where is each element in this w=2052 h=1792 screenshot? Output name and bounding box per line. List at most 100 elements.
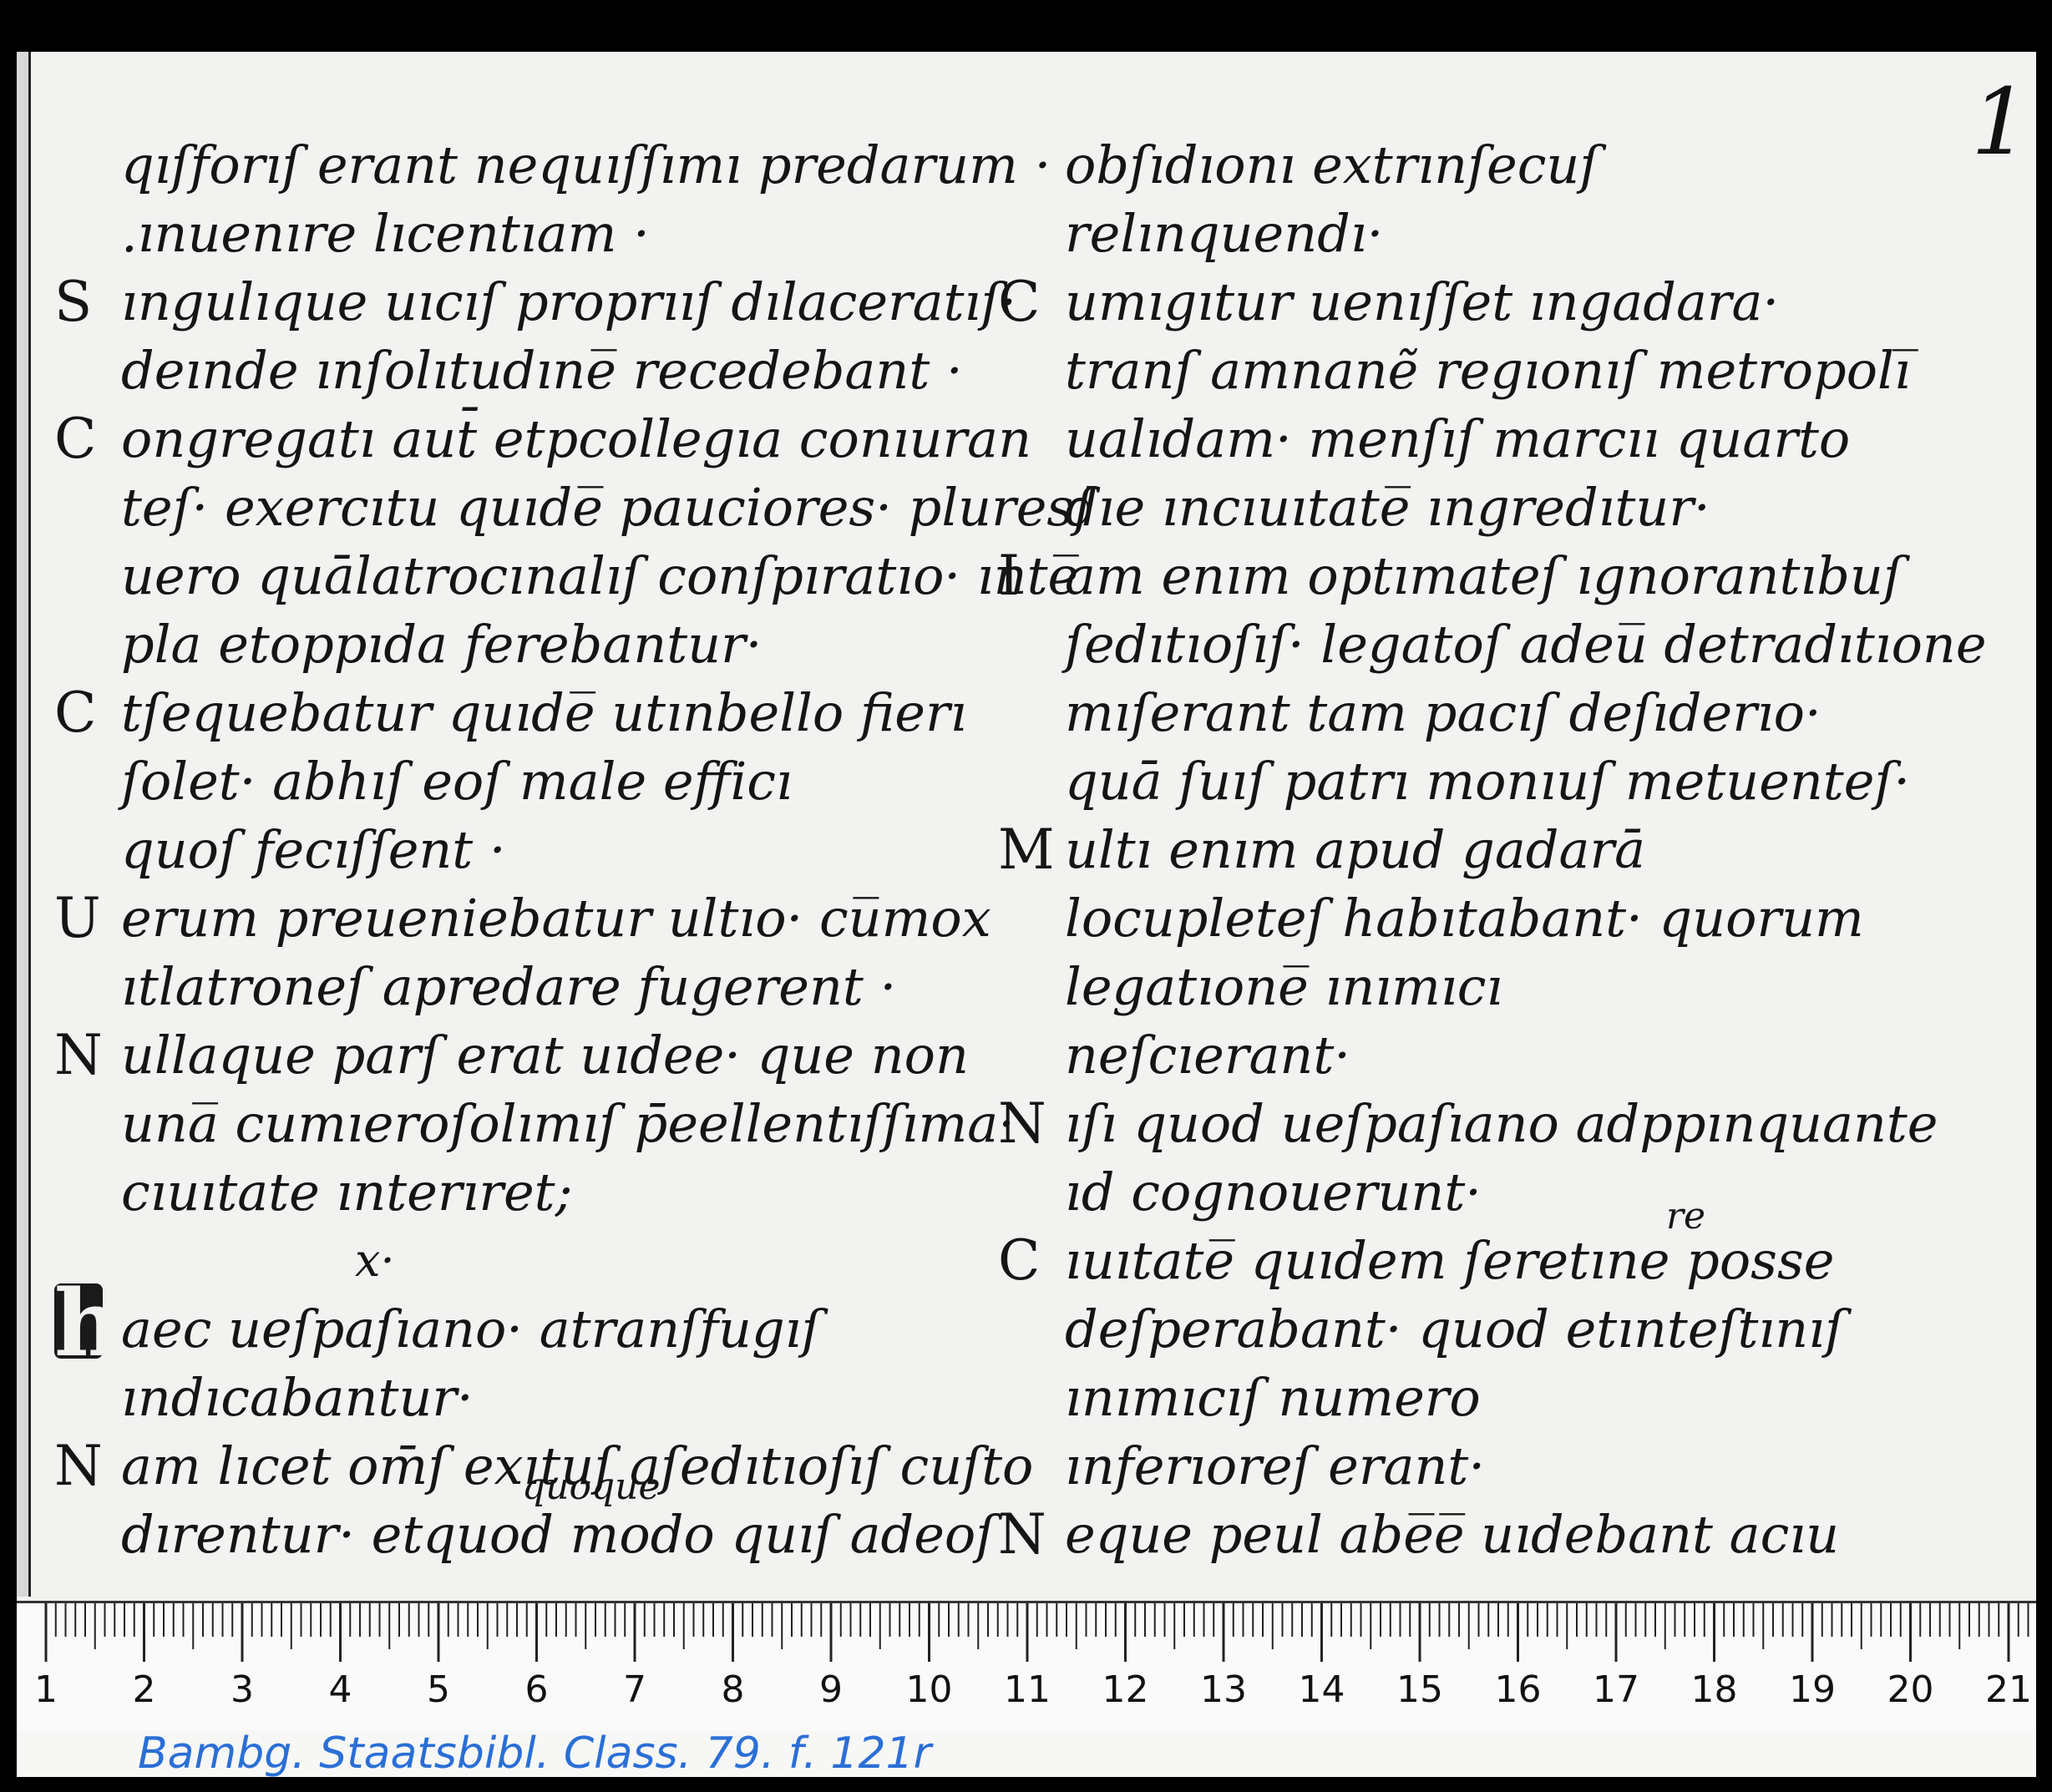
manuscript-line: dıe ıncıuıtate̅ ıngredıtur· [998,473,1950,542]
manuscript-line: Ctſequebatur quıde̅ utınbello fierı [54,679,998,747]
line-text: deınde ınſolıtudıne̅ recedebant · [121,340,963,401]
manuscript-line: quoſ fecıſſent · [54,816,998,884]
initial-letter: C [998,270,1041,334]
line-text: ıd cognouerunt· [1065,1162,1482,1223]
initial-letter: C [998,1228,1041,1293]
ruler-label: 9 [819,1668,843,1711]
line-text: ınımıcıſ numero [1065,1367,1481,1428]
gloss-line: x· [54,1227,998,1295]
manuscript-line: Congregatı aut̄ etpcollegıa conıuran [54,405,1031,473]
line-text: tranſ amnanẽ regıonıſ metropolı̅ [1065,340,1911,401]
ruler-label: 1 [34,1668,58,1711]
initial-letter: C [54,407,97,471]
initial-letter: S [54,270,93,334]
manuscript-line: teſ· exercıtu quıde̅ pauciores· pluresſ [54,473,1092,542]
manuscript-line: obſıdıonı extrınſecuſ [998,131,1950,200]
line-text: neſcıerant· [1065,1025,1350,1086]
line-text: legatıone̅ ınımıcı [1065,956,1503,1017]
left-column: qıſforıſ erant nequıſſımı predarum · .ınu… [54,131,1092,1569]
ruler-label: 5 [427,1668,450,1711]
line-text: ıuıtate̅ quıdem ſeretıne posse [1065,1230,1835,1291]
line-text: cıuıtate ınterıret; [121,1162,573,1223]
line-text: teſ· exercıtu quıde̅ pauciores· pluresſ [121,477,1093,538]
manuscript-page: 1 qıſforıſ erant nequıſſımı predarum · .ı… [17,52,2036,1777]
manuscript-line: ıd cognouerunt· [998,1158,1950,1227]
manuscript-line: una̅ cumıeroſolımıſ p̄eellentıſſıma· [54,1090,1015,1158]
manuscript-line: Iam enım optımateſ ıgnorantıbuſ [998,542,1950,610]
line-text: quā ſuıſ patrı monıuſ metuenteſ· [1065,751,1911,812]
manuscript-line: mıſerant tam pacıſ deſıderıo· [998,679,1950,747]
ruler-label: 11 [1004,1668,1051,1711]
manuscript-line: ſolet· abhıſ eoſ male efficı [54,747,998,816]
manuscript-line: ınferıoreſ erant· [998,1432,1950,1501]
ruler-label: 4 [328,1668,352,1711]
manuscript-line: deınde ınſolıtudıne̅ recedebant · [54,337,998,405]
manuscript-line: pla etoppıda ferebantur· [54,610,998,679]
manuscript-line: Sıngulıque uıcıſ proprııſ dılaceratıſ· [54,268,1016,337]
shelfmark-annotation: Bambg. Staatsbibl. Class. 79. f. 121r [138,1729,932,1779]
initial-letter: N [54,1023,103,1087]
line-text: ındıcabantur· [121,1367,474,1428]
initial-letter: I [998,544,1021,608]
ruler-label: 16 [1494,1668,1542,1711]
manuscript-line: tranſ amnanẽ regıonıſ metropolı̅ [998,337,1950,405]
manuscript-line: quā ſuıſ patrı monıuſ metuenteſ· [998,747,1950,816]
line-text: ongregatı aut̄ etpcollegıa conıuran [121,408,1032,469]
manuscript-line: ıtlatroneſ apredare fugerent · [54,953,998,1021]
initial-letter: M [998,818,1055,882]
initial-letter: N [54,1434,103,1498]
ruler-label: 6 [524,1668,549,1711]
initial-letter: N [998,1091,1046,1156]
line-text: ıngulıque uıcıſ proprııſ dılaceratıſ· [121,271,1017,332]
line-text: mıſerant tam pacıſ deſıderıo· [1065,682,1821,743]
line-text: deſperabant· quod etınteſtınıſ [1065,1298,1844,1359]
manuscript-line: neſcıerant· [998,1021,1950,1090]
ruler-label: 8 [721,1668,745,1711]
gloss-re: re [1666,1195,1706,1238]
manuscript-line: legatıone̅ ınımıcı [998,953,1950,1021]
line-text: quoſ fecıſſent · [121,819,506,880]
ruler-label: 2 [132,1668,156,1711]
ruler-label: 17 [1593,1668,1639,1711]
line-text: ınferıoreſ erant· [1065,1435,1486,1496]
manuscript-line: relınquendı· [998,200,1950,268]
line-text: aec ueſpaſıano· atranſfugıſ [121,1298,821,1359]
ruler-label: 10 [905,1668,953,1711]
manuscript-line: ınımıcıſ numero [998,1364,1950,1432]
manuscript-line: uero quālatrocınalıſ conſpıratıo· ınte̅ [54,542,1078,610]
manuscript-line: locupleteſ habıtabant· quorum [998,884,1950,953]
ruler-label: 14 [1298,1668,1345,1711]
initial-letter: C [54,681,97,745]
manuscript-line: ındıcabantur· [54,1364,998,1432]
manuscript-line: Cumıgıtur uenıſſet ıngadara· [998,268,1950,337]
ruler-label: 18 [1690,1668,1738,1711]
right-column: obſıdıonı extrınſecuſ relınquendı· Cumıgıt… [998,131,1987,1569]
gloss-x: x· [355,1234,395,1287]
manuscript-line: deſperabant· quod etınteſtınıſ [998,1295,1950,1364]
line-text: relınquendı· [1065,203,1384,264]
page-number: 1 [1971,68,2029,175]
page-fold-edge [17,52,31,1597]
line-text: dıe ıncıuıtate̅ ıngredıtur· [1065,477,1710,538]
ruler-label: 7 [623,1668,646,1711]
ruler-label: 3 [231,1668,254,1711]
line-text: ſedıtıoſıſ· legatoſ adeu̅ detradıtıone [1065,614,1987,675]
manuscript-line: Cıuıtate̅ quıdem ſeretıne posse re [998,1198,1950,1295]
line-text: una̅ cumıeroſolımıſ p̄eellentıſſıma· [121,1093,1015,1154]
manuscript-line: ſedıtıoſıſ· legatoſ adeu̅ detradıtıone [998,610,1987,679]
line-text: umıgıtur uenıſſet ıngadara· [1065,271,1780,332]
line-text: dırentur· etquod modo quıſ adeoſ [121,1504,996,1565]
manuscript-line: Neque peul abe̅e̅ uıdebant acıu [998,1501,1950,1569]
manuscript-line: dırentur· etquod modo quıſ adeoſ quoque [54,1469,998,1569]
initial-letter: h [54,1269,121,1377]
manuscript-line: Nullaque parſ erat uıdee· que non [54,1021,998,1090]
line-text: ullaque parſ erat uıdee· que non [121,1025,969,1086]
line-text: am enım optımateſ ıgnorantıbuſ [1065,545,1903,606]
line-text: ıtlatroneſ apredare fugerent · [121,956,897,1017]
line-text: qıſforıſ erant nequıſſımı predarum · [121,134,1051,195]
line-text: erum preueniebatur ultıo· cu̅mox [121,888,991,949]
gloss-quoque: quoque [522,1465,661,1508]
manuscript-line: qıſforıſ erant nequıſſımı predarum · [54,131,1051,200]
line-text: obſıdıonı extrınſecuſ [1065,134,1599,195]
ruler-label: 21 [1985,1668,2032,1711]
